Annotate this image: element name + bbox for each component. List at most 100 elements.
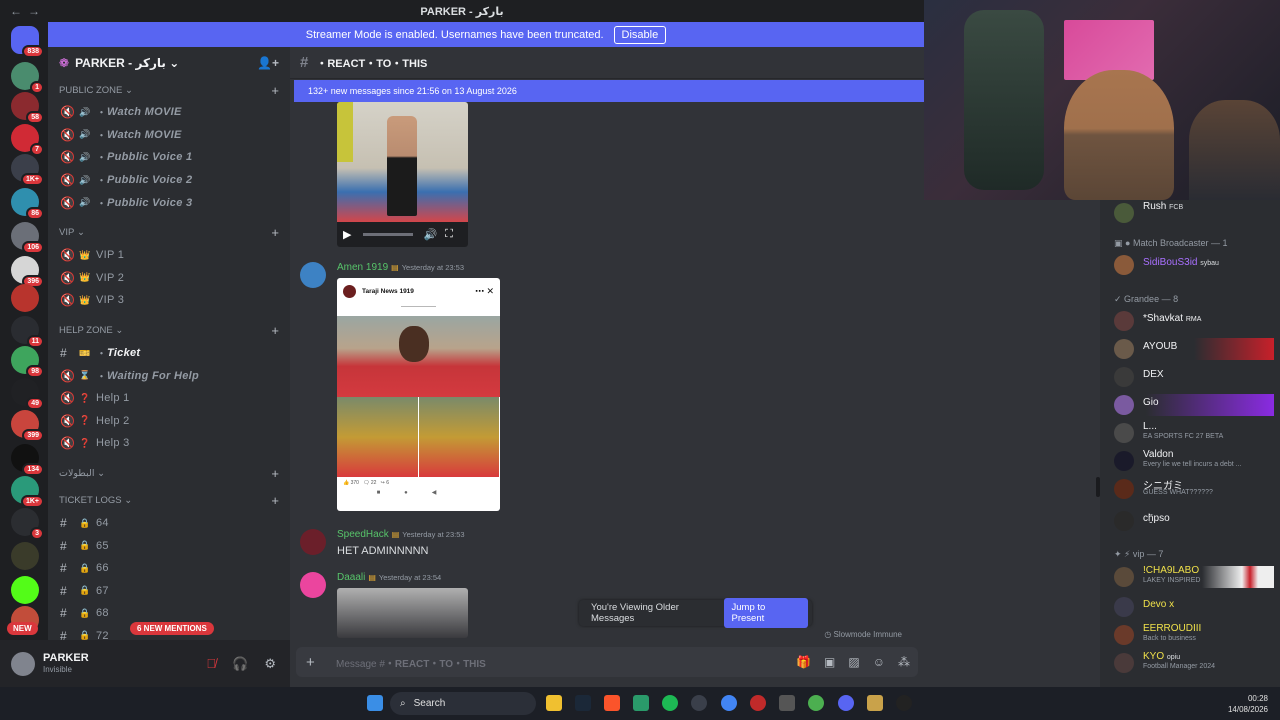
avatar[interactable] xyxy=(11,651,35,676)
member-item[interactable]: Rush FCB xyxy=(1114,201,1274,224)
app-icon[interactable] xyxy=(867,695,883,711)
category-help-zone[interactable]: HELP ZONE ⌄ + xyxy=(48,320,290,342)
server-icon[interactable]: 58 xyxy=(11,92,44,124)
category-arabic[interactable]: البطولات ⌄ + xyxy=(48,463,290,485)
emoji-icon[interactable]: ☺ xyxy=(873,655,885,669)
file-explorer-icon[interactable] xyxy=(546,695,562,711)
new-servers-pill[interactable]: NEW xyxy=(7,622,38,635)
server-icon[interactable]: 134 xyxy=(11,444,44,476)
add-attachment-icon[interactable]: + xyxy=(306,654,336,671)
create-channel-icon[interactable]: + xyxy=(271,466,279,481)
back-forward-icon[interactable]: ←→ xyxy=(10,4,46,18)
play-icon[interactable]: ▶ xyxy=(343,228,351,241)
avatar[interactable] xyxy=(300,572,326,598)
new-messages-bar[interactable]: 132+ new messages since 21:56 on 13 Augu… xyxy=(294,80,924,102)
member-item[interactable]: SidiBouS3id sybau xyxy=(1114,254,1274,276)
member-item[interactable]: Valdon Every lie we tell incurs a debt ..… xyxy=(1114,449,1274,472)
obs-icon[interactable] xyxy=(896,695,912,711)
member-item[interactable]: シニガミ GUESS WHAT?????? xyxy=(1114,478,1274,500)
kick-server-icon[interactable] xyxy=(11,576,39,604)
sticker-icon[interactable]: ▨ xyxy=(848,655,859,669)
message-author[interactable]: SpeedHack xyxy=(337,529,389,540)
channel-help-1[interactable]: 🔇 ❓ Help 1 xyxy=(48,387,290,410)
member-item[interactable]: AYOUB xyxy=(1114,338,1274,360)
avatar[interactable] xyxy=(300,529,326,555)
volume-icon[interactable]: 🔊 xyxy=(423,228,437,241)
apps-icon[interactable]: ⁂ xyxy=(898,655,910,669)
channel-watch-movie-2[interactable]: 🔇 🔊 ・ Watch MOVIE xyxy=(48,124,290,147)
server-icon[interactable]: 49 xyxy=(11,378,44,410)
member-item[interactable]: Gio xyxy=(1114,394,1274,416)
create-channel-icon[interactable]: + xyxy=(271,83,279,98)
gear-icon[interactable]: ⚙ xyxy=(264,656,276,672)
channel-help-3[interactable]: 🔇 ❓ Help 3 xyxy=(48,432,290,455)
channel-help-2[interactable]: 🔇 ❓ Help 2 xyxy=(48,410,290,433)
video-progress-bar[interactable] xyxy=(363,233,414,236)
member-item[interactable]: cḫ̈pso xyxy=(1114,510,1274,532)
member-item[interactable]: EERROUDIII Back to business xyxy=(1114,623,1274,646)
member-item[interactable]: L... EA SPORTS FC 27 BETA xyxy=(1114,421,1274,444)
channel-public-voice-3[interactable]: 🔇 🔊 ・ Pubblic Voice 3 xyxy=(48,191,290,214)
channel-log-67[interactable]: # 🔒 67 xyxy=(48,580,290,603)
spotify-icon[interactable] xyxy=(662,695,678,711)
create-channel-icon[interactable]: + xyxy=(271,225,279,240)
category-vip[interactable]: VIP ⌄ + xyxy=(48,222,290,244)
server-icon[interactable]: 98 xyxy=(11,346,44,378)
server-icon[interactable]: 7 xyxy=(11,124,44,156)
server-icon[interactable]: 11 xyxy=(11,316,44,348)
gift-icon[interactable]: 🎁 xyxy=(796,655,811,669)
avatar[interactable] xyxy=(300,262,326,288)
microphone-muted-icon[interactable]: 🎙̸ xyxy=(206,656,216,672)
category-public-zone[interactable]: PUBLIC ZONE ⌄ + xyxy=(48,79,290,101)
image-attachment[interactable]: Taraji News 1919 ⋯ ✕ ——————— 👍 370 🗨 22 … xyxy=(337,278,500,511)
message-author[interactable]: Amen 1919 xyxy=(337,262,388,273)
server-icon[interactable]: 106 xyxy=(11,222,44,254)
app-icon[interactable] xyxy=(691,695,707,711)
channel-vip-3[interactable]: 🔇 👑 VIP 3 xyxy=(48,289,290,312)
server-icon[interactable]: 3 xyxy=(11,508,44,540)
message-composer[interactable]: + Message #・REACT・TO・THIS 🎁 ▣ ▨ ☺ ⁂ xyxy=(296,647,918,677)
member-item[interactable]: Devo x xyxy=(1114,596,1274,618)
channel-log-66[interactable]: # 🔒 66 xyxy=(48,557,290,580)
taskbar-clock[interactable]: 00:28 14/08/2026 xyxy=(1228,693,1268,715)
taskbar-search[interactable]: ⌕ Search xyxy=(390,692,536,715)
channel-waiting-for-help[interactable]: 🔇 ⌛ ・ Waiting For Help xyxy=(48,364,290,387)
fullscreen-icon[interactable]: ⛶ xyxy=(445,228,453,241)
server-icon[interactable]: 86 xyxy=(11,188,44,220)
new-mentions-pill[interactable]: 6 NEW MENTIONS xyxy=(130,622,214,635)
message-author[interactable]: Daaali xyxy=(337,572,365,583)
disable-streamer-button[interactable]: Disable xyxy=(613,25,667,44)
steam-icon[interactable] xyxy=(575,695,591,711)
message-input[interactable]: Message #・REACT・TO・THIS xyxy=(336,655,486,670)
home-discord-icon[interactable]: 838 xyxy=(11,26,44,58)
channel-public-voice-1[interactable]: 🔇 🔊 ・ Pubblic Voice 1 xyxy=(48,146,290,169)
category-ticket-logs[interactable]: TICKET LOGS ⌄ + xyxy=(48,490,290,512)
member-item[interactable]: DEX xyxy=(1114,366,1274,388)
server-icon[interactable]: 399 xyxy=(11,410,44,442)
headphones-icon[interactable]: 🎧 xyxy=(232,656,248,672)
windows-start-icon[interactable] xyxy=(367,695,383,711)
channel-watch-movie-1[interactable]: 🔇 🔊 ・ Watch MOVIE xyxy=(48,101,290,124)
channel-log-65[interactable]: # 🔒 65 xyxy=(48,534,290,557)
brave-icon[interactable] xyxy=(604,695,620,711)
server-icon[interactable]: 1K+ xyxy=(11,154,44,186)
opera-icon[interactable] xyxy=(750,695,766,711)
member-item[interactable]: !CHA9LABO LAKEY INSPIRED xyxy=(1114,565,1274,588)
server-icon[interactable] xyxy=(11,542,39,570)
channel-vip-1[interactable]: 🔇 👑 VIP 1 xyxy=(48,244,290,267)
gif-icon[interactable]: ▣ xyxy=(824,655,835,669)
channel-log-64[interactable]: # 🔒 64 xyxy=(48,512,290,535)
server-icon[interactable]: 1 xyxy=(11,62,44,94)
chrome-icon[interactable] xyxy=(721,695,737,711)
guild-header[interactable]: ❁ PARKER - باركر ⌄ 👤+ xyxy=(48,47,290,79)
server-icon[interactable]: 396 xyxy=(11,256,44,288)
server-icon[interactable]: 1K+ xyxy=(11,476,44,508)
member-item[interactable]: *Shavkat RMA xyxy=(1114,310,1274,332)
app-icon[interactable] xyxy=(633,695,649,711)
create-channel-icon[interactable]: + xyxy=(271,323,279,338)
channel-vip-2[interactable]: 🔇 👑 VIP 2 xyxy=(48,267,290,290)
jump-to-present-button[interactable]: Jump to Present xyxy=(723,598,808,628)
image-attachment[interactable] xyxy=(337,588,468,638)
channel-public-voice-2[interactable]: 🔇 🔊 ・ Pubblic Voice 2 xyxy=(48,169,290,192)
video-attachment[interactable]: ▶ 🔊 ⛶ xyxy=(337,102,468,247)
